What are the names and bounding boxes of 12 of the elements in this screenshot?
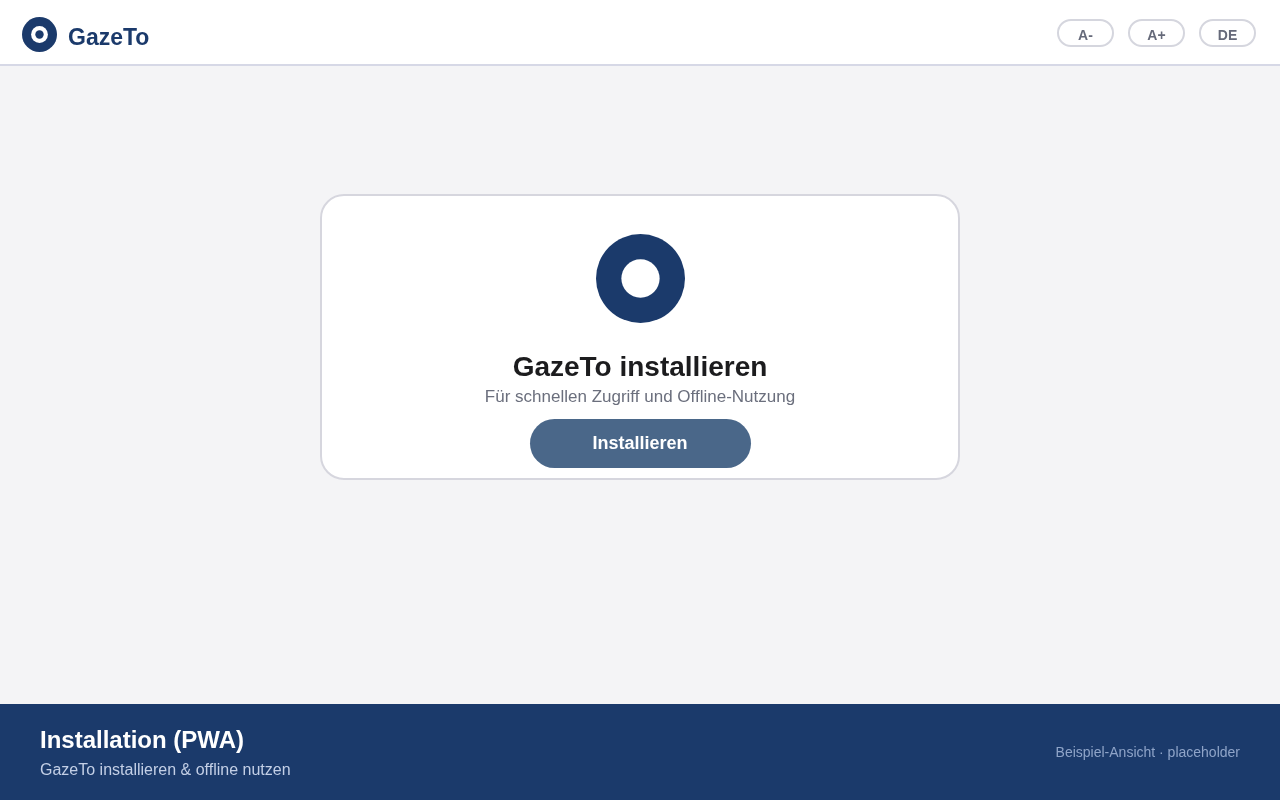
install-button[interactable]: Installieren (529, 419, 751, 468)
footer-note: Beispiel-Ansicht · placeholder (1055, 744, 1240, 760)
toolbar-button[interactable]: A- (1057, 19, 1114, 47)
ring-logo-icon (595, 234, 685, 323)
card-subtitle: Für schnellen Zugriff und Offline-Nutzung (484, 386, 796, 408)
footer-subtitle: GazeTo installieren & offline nutzen (40, 760, 291, 780)
footer-title: Installation (PWA) (40, 725, 245, 755)
card-title: GazeTo installieren (512, 350, 768, 384)
brand-name: GazeTo (68, 23, 150, 51)
toolbar-button[interactable]: DE (1199, 19, 1256, 47)
logo-icon (22, 16, 57, 52)
toolbar-button[interactable]: A+ (1128, 19, 1185, 47)
